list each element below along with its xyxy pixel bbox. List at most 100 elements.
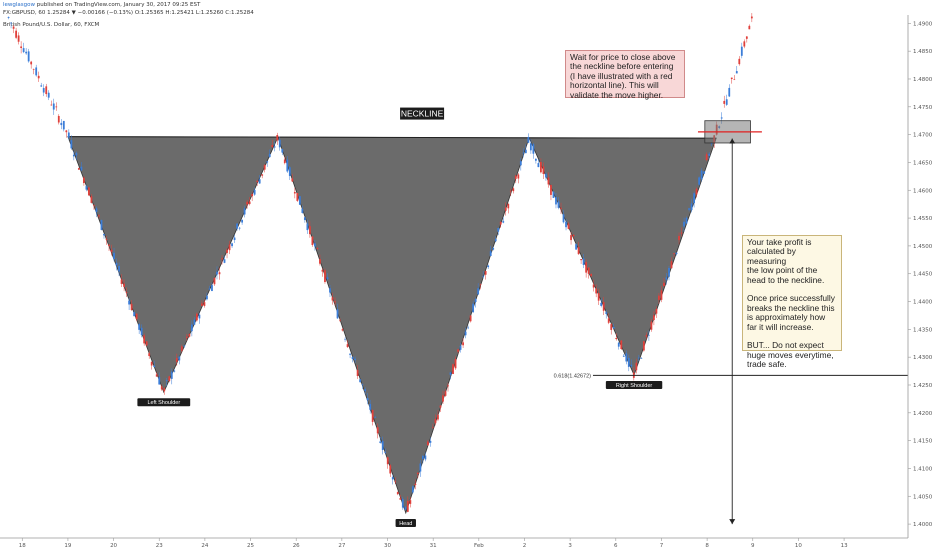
- candle-body: [198, 314, 201, 319]
- candle-body: [557, 201, 560, 208]
- candle-body: [467, 327, 469, 329]
- candle-body: [577, 247, 580, 255]
- candle-body: [231, 243, 233, 247]
- candle-body: [163, 388, 166, 392]
- candle-body: [271, 144, 274, 148]
- candle-body: [22, 48, 25, 53]
- fib-label: 0.618(1.42672): [554, 373, 591, 379]
- candle-body: [253, 189, 256, 195]
- candle-body: [150, 361, 153, 366]
- take-profit-note: Your take profit is calculated by measur…: [742, 235, 842, 369]
- candle-body: [291, 178, 294, 182]
- y-tick-label: 1.43000: [913, 355, 932, 361]
- candle-body: [703, 171, 706, 174]
- candle-body: [567, 223, 570, 229]
- y-tick-label: 1.47000: [913, 133, 932, 139]
- candle-body: [52, 103, 55, 110]
- candle-body: [17, 35, 20, 42]
- candle-body: [379, 441, 382, 443]
- candle-body: [90, 196, 93, 203]
- candle-body: [615, 337, 618, 340]
- candle-body: [70, 140, 73, 149]
- candle-body: [502, 221, 505, 223]
- y-tick-label: 1.48500: [913, 49, 932, 55]
- candle-body: [120, 279, 123, 284]
- candle-body: [170, 371, 173, 379]
- candle-body: [477, 288, 480, 295]
- candle-body: [640, 358, 643, 359]
- candle-body: [100, 220, 103, 230]
- candle-body: [165, 380, 168, 381]
- x-tick-label: 23: [156, 543, 163, 549]
- candle-body: [168, 376, 171, 382]
- candle-body: [276, 134, 279, 141]
- candle-body: [243, 208, 246, 215]
- candle-body: [730, 77, 733, 80]
- y-tick-label: 1.40000: [913, 522, 932, 528]
- pattern-triangle: [528, 137, 717, 377]
- candle-body: [637, 357, 640, 359]
- candle-body: [658, 295, 660, 300]
- candle-body: [213, 277, 216, 285]
- candle-body: [223, 259, 226, 263]
- y-tick-label: 1.49000: [913, 21, 932, 27]
- candle-body: [733, 79, 736, 81]
- candle-body: [20, 46, 23, 49]
- candle-body: [80, 166, 83, 171]
- candle-body: [296, 192, 299, 201]
- candle-body: [597, 293, 600, 301]
- candle-body: [555, 197, 557, 205]
- candle-body: [15, 30, 17, 38]
- x-tick-label: 8: [705, 543, 709, 549]
- candle-body: [303, 217, 306, 220]
- candle-body: [512, 188, 515, 192]
- candle-body: [324, 270, 326, 283]
- candle-body: [416, 472, 419, 475]
- candle-body: [190, 324, 193, 332]
- candle-body: [647, 334, 650, 336]
- candle-body: [695, 188, 698, 195]
- candle-body: [678, 235, 680, 241]
- x-tick-label: 2: [523, 543, 527, 549]
- candle-body: [439, 405, 442, 408]
- candle-body: [138, 324, 141, 330]
- candle-body: [183, 345, 186, 347]
- candle-body: [587, 267, 590, 274]
- candle-body: [680, 232, 683, 234]
- pattern-triangle: [277, 136, 530, 515]
- candle-body: [452, 364, 454, 375]
- candle-body: [625, 353, 628, 362]
- candle-body: [27, 51, 30, 62]
- candle-body: [364, 389, 367, 392]
- candle-body: [406, 500, 409, 512]
- candle-body: [454, 358, 457, 369]
- candle-body: [268, 153, 271, 158]
- candle-body: [72, 154, 75, 157]
- candle-body: [293, 191, 296, 194]
- candle-body: [329, 288, 331, 293]
- candle-body: [374, 417, 377, 418]
- candle-body: [281, 149, 284, 153]
- candle-body: [404, 507, 407, 510]
- candle-body: [396, 492, 399, 495]
- y-tick-label: 1.46000: [913, 188, 932, 194]
- candle-body: [148, 353, 151, 357]
- candle-body: [487, 265, 490, 268]
- x-tick-label: 3: [568, 543, 572, 549]
- candle-body: [424, 455, 427, 460]
- candle-body: [497, 228, 500, 232]
- candle-body: [178, 356, 181, 361]
- x-tick-label: 7: [660, 543, 664, 549]
- candle-body: [434, 418, 437, 424]
- candle-body: [572, 234, 575, 237]
- candle-body: [459, 345, 462, 350]
- candle-body: [10, 22, 12, 24]
- y-tick-label: 1.45500: [913, 216, 932, 222]
- candle-body: [509, 190, 512, 192]
- y-tick-label: 1.44500: [913, 272, 932, 278]
- candle-body: [673, 253, 675, 254]
- candle-body: [585, 262, 588, 273]
- candle-body: [118, 266, 120, 272]
- candle-body: [12, 26, 15, 29]
- candle-body: [238, 227, 241, 229]
